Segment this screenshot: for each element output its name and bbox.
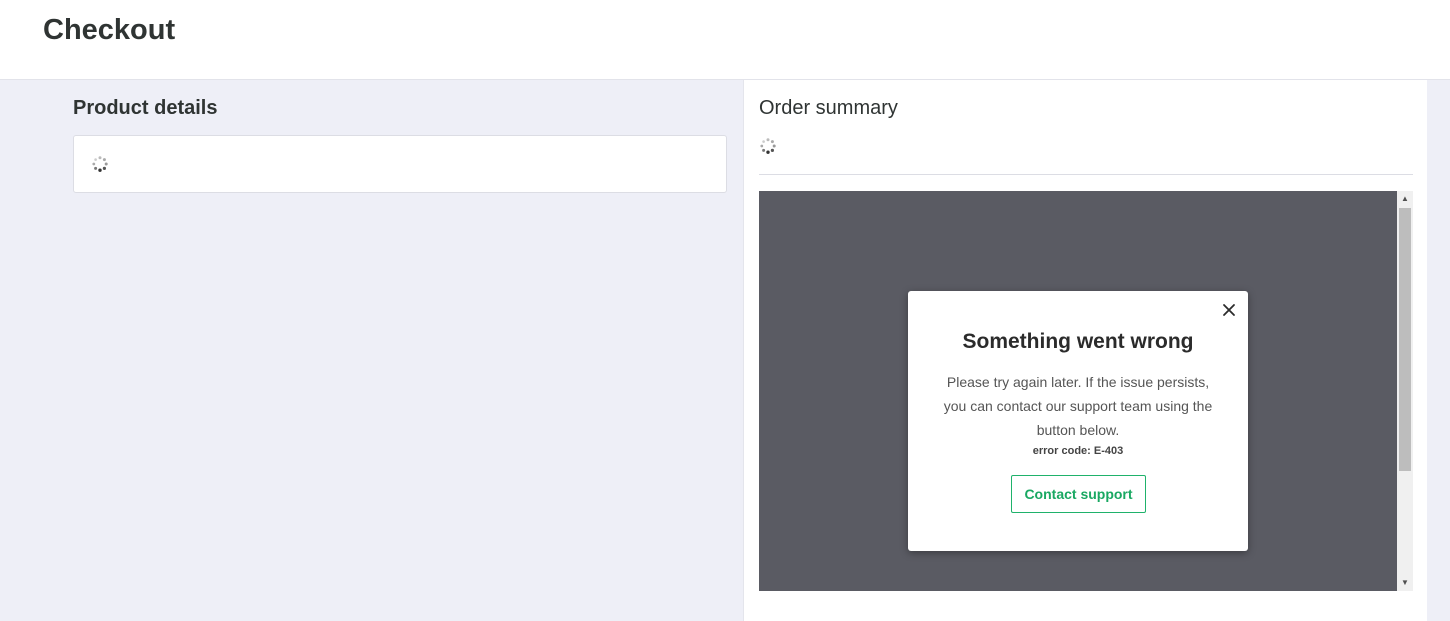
scroll-down-arrow-icon[interactable]: ▼ [1397, 575, 1413, 591]
error-code: error code: E-403 [1032, 445, 1124, 457]
embedded-frame: Something went wrong Please try again la… [759, 191, 1413, 591]
loading-spinner-icon [92, 156, 108, 172]
close-icon[interactable] [1220, 301, 1238, 319]
order-summary-panel: Order summary Something went wrong Pleas [743, 80, 1427, 621]
contact-support-button[interactable]: Contact support [1011, 475, 1146, 513]
dialog-title: Something went wrong [962, 330, 1194, 353]
page-title: Checkout [43, 14, 176, 46]
dialog-message: Please try again later. If the issue per… [943, 374, 1213, 438]
modal-overlay: Something went wrong Please try again la… [759, 191, 1397, 591]
section-divider [759, 174, 1413, 175]
scrollbar-thumb[interactable] [1399, 208, 1411, 471]
product-card [73, 135, 727, 193]
top-header: Checkout [0, 0, 1450, 80]
product-details-title: Product details [73, 97, 218, 119]
loading-spinner-icon [760, 138, 776, 154]
order-summary-title: Order summary [759, 97, 898, 119]
scrollbar[interactable]: ▲ ▼ [1397, 191, 1413, 591]
error-dialog: Something went wrong Please try again la… [908, 291, 1248, 551]
scroll-up-arrow-icon[interactable]: ▲ [1397, 191, 1413, 207]
